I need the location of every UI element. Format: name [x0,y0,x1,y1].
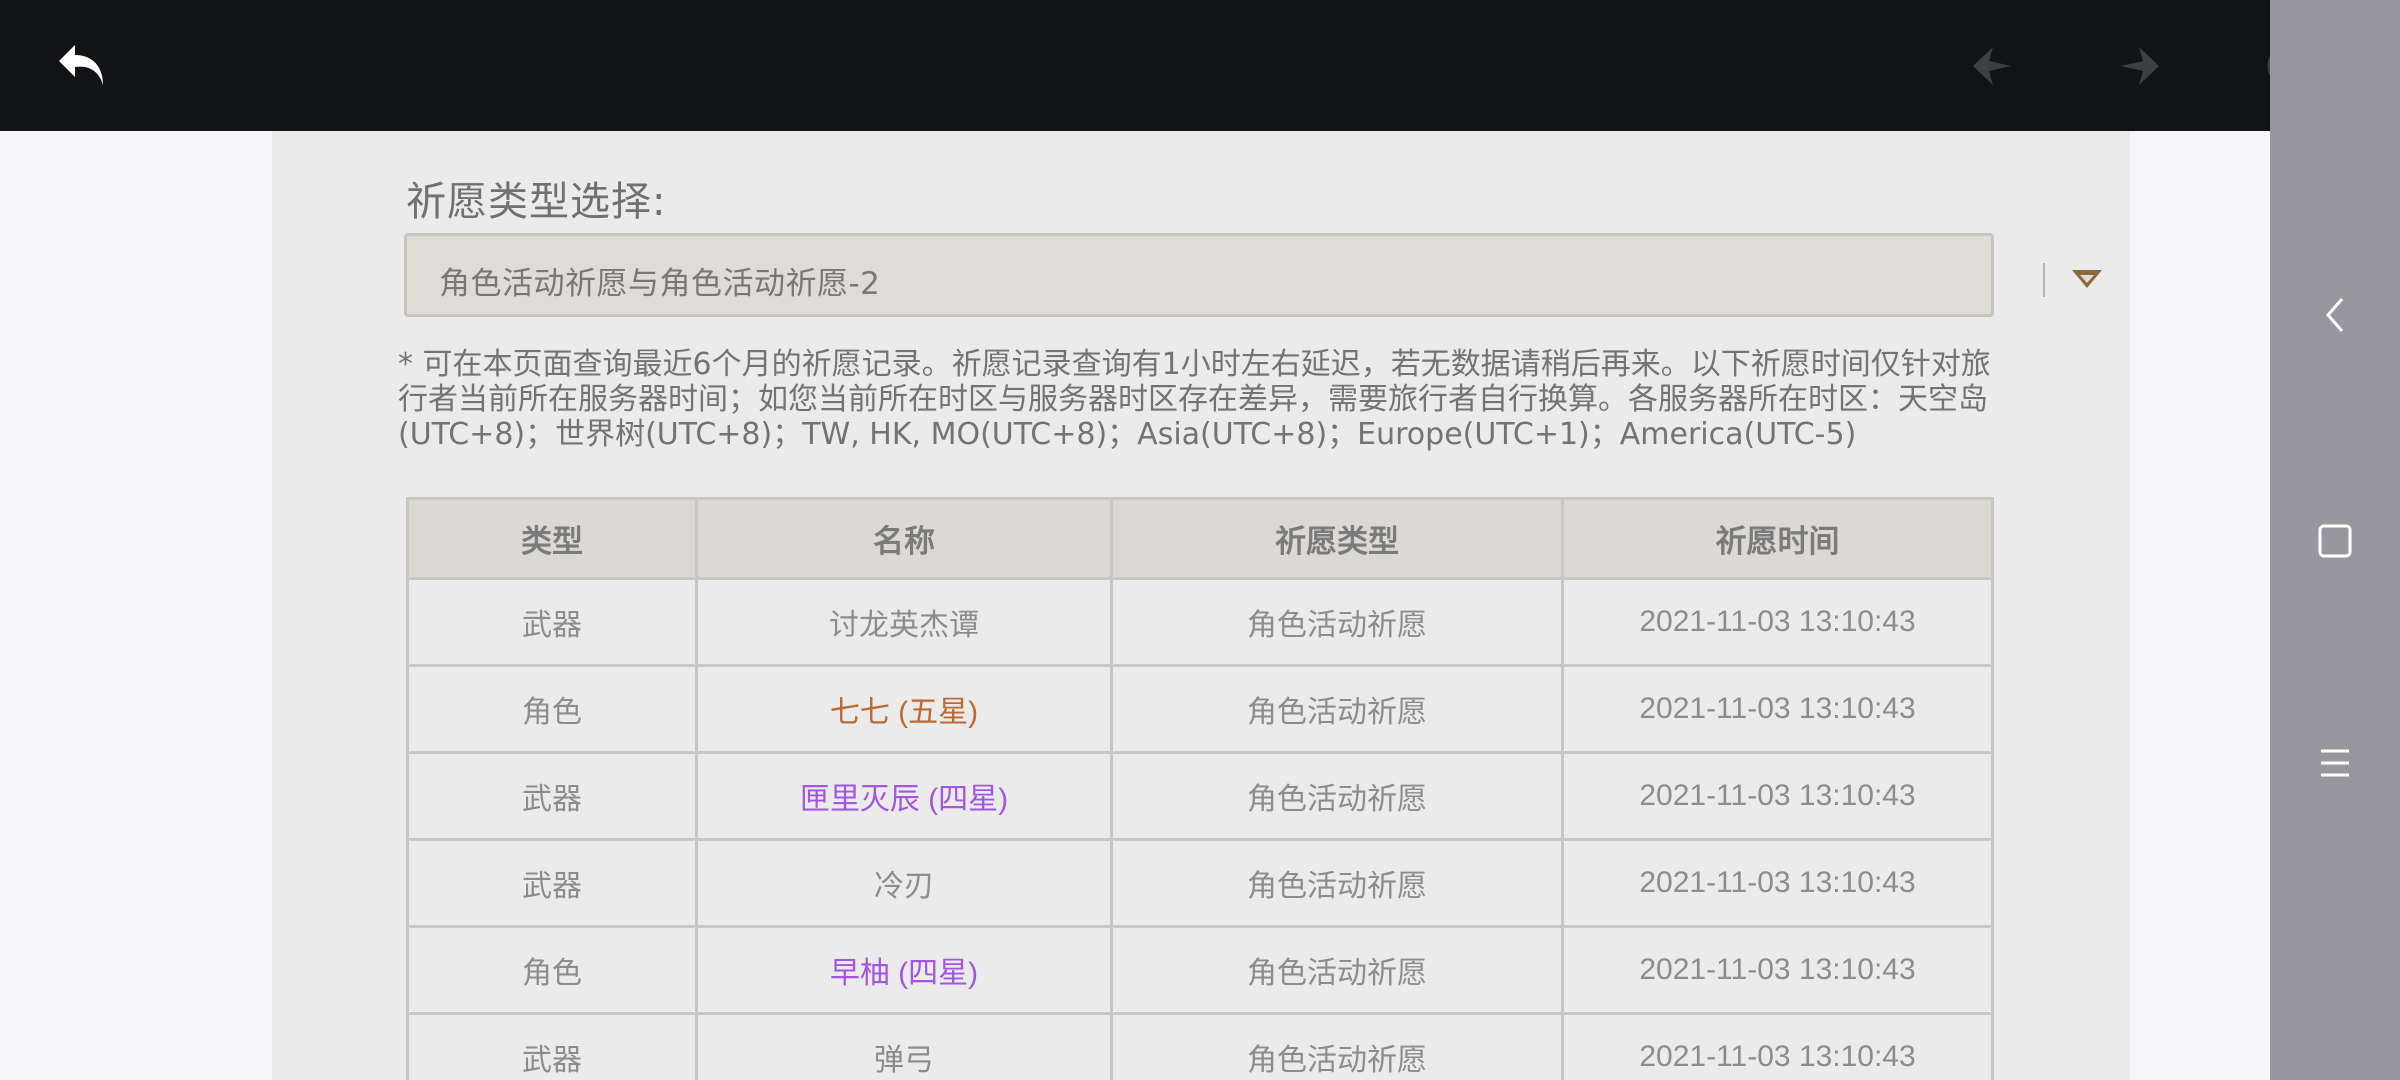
cell-time: 2021-11-03 13:10:43 [1561,925,1994,1015]
top-bar [0,0,2309,131]
table-header-row: 类型 名称 祈愿类型 祈愿时间 [406,497,1994,580]
gacha-type-selected-value: 角色活动祈愿与角色活动祈愿-2 [439,266,881,302]
cell-name-four-star: 早柚 (四星) [695,925,1113,1015]
chevron-down-icon[interactable] [2069,266,2105,292]
table-row: 武器 讨龙英杰谭 角色活动祈愿 2021-11-03 13:10:43 [406,577,1994,667]
menu-lines-icon[interactable] [2305,733,2365,793]
cell-time: 2021-11-03 13:10:43 [1561,664,1994,754]
cell-time: 2021-11-03 13:10:43 [1561,577,1994,667]
cell-name-four-star: 匣里灭辰 (四星) [695,751,1113,841]
cell-type: 武器 [406,1012,698,1080]
wish-records-table: 类型 名称 祈愿类型 祈愿时间 武器 讨龙英杰谭 角色活动祈愿 2021-11-… [406,497,1994,1080]
nav-next-icon[interactable] [2110,36,2170,96]
header-name: 名称 [695,497,1113,580]
header-type: 类型 [406,497,698,580]
cell-gacha-type: 角色活动祈愿 [1110,1012,1564,1080]
back-arrow-icon[interactable] [52,36,112,96]
cell-gacha-type: 角色活动祈愿 [1110,925,1564,1015]
cell-gacha-type: 角色活动祈愿 [1110,577,1564,667]
table-row: 武器 冷刃 角色活动祈愿 2021-11-03 13:10:43 [406,838,1994,928]
select-divider [2043,263,2045,297]
cell-type: 武器 [406,751,698,841]
table-row: 角色 早柚 (四星) 角色活动祈愿 2021-11-03 13:10:43 [406,925,1994,1015]
table-row: 武器 弹弓 角色活动祈愿 2021-11-03 13:10:43 [406,1012,1994,1080]
cell-gacha-type: 角色活动祈愿 [1110,664,1564,754]
gacha-type-select[interactable]: 角色活动祈愿与角色活动祈愿-2 [404,233,2102,317]
cell-type: 角色 [406,664,698,754]
header-time: 祈愿时间 [1561,497,1994,580]
cell-name: 弹弓 [695,1012,1113,1080]
cell-name: 讨龙英杰谭 [695,577,1113,667]
wish-history-panel: 祈愿类型选择: 角色活动祈愿与角色活动祈愿-2 * 可在本页面查询最近6个月的祈… [272,131,2130,1080]
cell-time: 2021-11-03 13:10:43 [1561,838,1994,928]
cell-type: 武器 [406,838,698,928]
cell-name: 冷刃 [695,838,1113,928]
chevron-left-icon[interactable] [2305,285,2365,345]
gacha-type-label: 祈愿类型选择: [406,179,667,225]
cell-type: 武器 [406,577,698,667]
cell-name-five-star: 七七 (五星) [695,664,1113,754]
table-row: 角色 七七 (五星) 角色活动祈愿 2021-11-03 13:10:43 [406,664,1994,754]
cell-type: 角色 [406,925,698,1015]
header-gacha-type: 祈愿类型 [1110,497,1564,580]
table-row: 武器 匣里灭辰 (四星) 角色活动祈愿 2021-11-03 13:10:43 [406,751,1994,841]
cell-time: 2021-11-03 13:10:43 [1561,1012,1994,1080]
cell-gacha-type: 角色活动祈愿 [1110,838,1564,928]
cell-gacha-type: 角色活动祈愿 [1110,751,1564,841]
side-navigation-bar [2270,0,2400,1080]
query-note: * 可在本页面查询最近6个月的祈愿记录。祈愿记录查询有1小时左右延迟，若无数据请… [398,347,1991,452]
nav-prev-icon[interactable] [1962,36,2022,96]
square-icon[interactable] [2305,511,2365,571]
cell-time: 2021-11-03 13:10:43 [1561,751,1994,841]
